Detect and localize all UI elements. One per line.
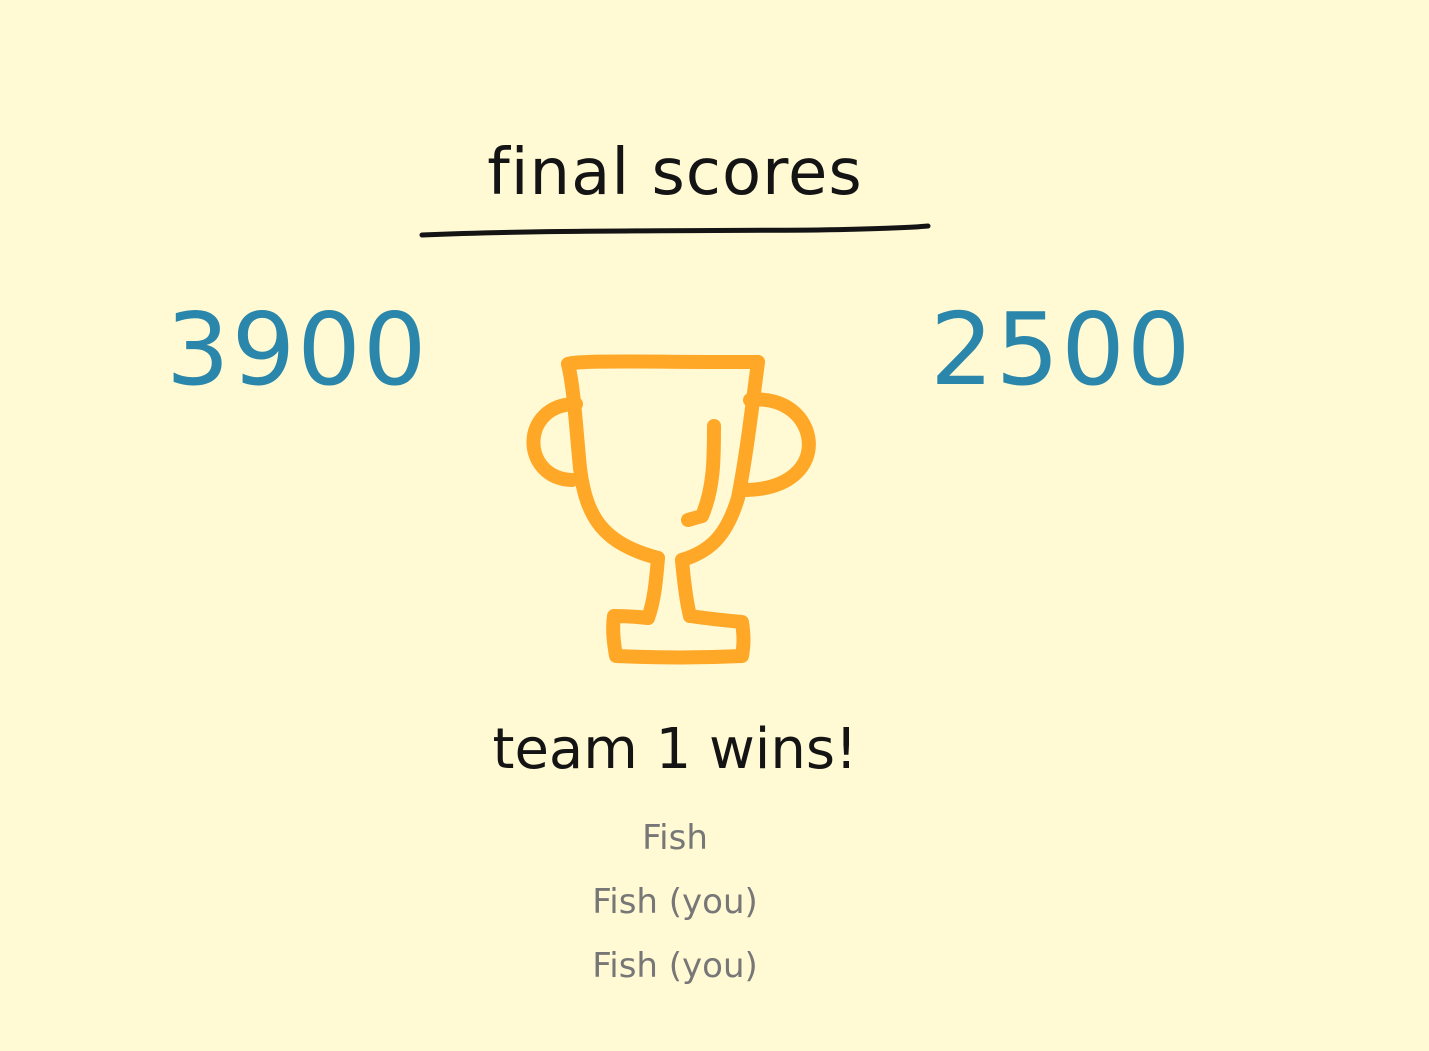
- page-title: final scores: [487, 136, 863, 210]
- title-underline: [419, 223, 931, 238]
- player-name: Fish (you): [592, 946, 758, 986]
- player-name: Fish (you): [592, 882, 758, 922]
- player-name: Fish: [642, 818, 708, 858]
- team1-score: 3900: [166, 291, 429, 408]
- team2-score: 2500: [930, 291, 1193, 408]
- trophy-icon: [526, 354, 816, 665]
- winning-team-players: Fish Fish (you) Fish (you): [475, 806, 875, 998]
- winner-announcement: team 1 wins!: [492, 717, 858, 782]
- final-scores-screen: final scores 3900 2500 team 1 wins! Fish…: [0, 0, 1429, 1051]
